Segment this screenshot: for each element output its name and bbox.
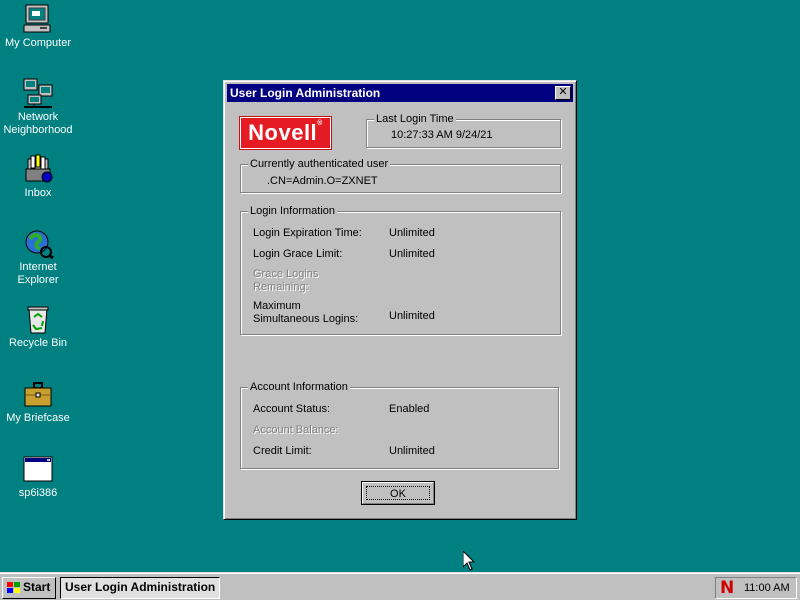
desktop-icon-label: Network Neighborhood [3,111,73,136]
program-window-icon [23,456,53,482]
computer-icon [23,4,51,33]
max-simultaneous-value: Unlimited [389,310,435,322]
windows-logo-icon [7,582,20,593]
last-login-legend: Last Login Time [374,112,456,126]
ok-button-label: OK [366,486,430,500]
close-icon: ✕ [558,86,568,98]
novell-logo-text: Novell [248,120,318,145]
network-icon [23,78,53,108]
clock[interactable]: 11:00 AM [744,582,790,594]
login-grace-limit-label: Login Grace Limit: [253,248,343,260]
inbox-icon [25,154,53,183]
novell-logo: Novell® [239,116,332,150]
desktop-icon-my-briefcase[interactable]: My Briefcase [0,378,76,425]
account-balance-label: Account Balance: [253,424,339,436]
taskbar: Start User Login Administration N 11:00 … [0,572,800,600]
desktop-icon-label: sp6i386 [18,487,58,499]
account-info-legend: Account Information [248,380,350,394]
last-login-group: Last Login Time 10:27:33 AM 9/24/21 [366,112,561,148]
desktop-icon-label: Inbox [24,187,52,199]
account-info-group: Account Information Account Status: Enab… [240,380,559,469]
desktop-icon-internet-explorer[interactable]: Internet Explorer [0,227,76,287]
system-tray: N 11:00 AM [715,577,797,599]
start-button[interactable]: Start [2,577,56,599]
desktop-icon-recycle-bin[interactable]: Recycle Bin [0,303,76,350]
internet-explorer-icon [25,230,54,259]
desktop-icon-my-computer[interactable]: My Computer [0,3,76,50]
desktop-icon-inbox[interactable]: Inbox [0,153,76,200]
desktop-icon-sp6i386[interactable]: sp6i386 [0,453,76,500]
login-expiration-label: Login Expiration Time: [253,227,362,239]
taskbar-item-user-login-admin[interactable]: User Login Administration [60,577,220,599]
novell-tray-icon[interactable]: N [720,579,736,597]
ok-button-bevel: OK [362,482,434,504]
login-info-group: Login Information Login Expiration Time:… [240,204,561,335]
current-user-legend: Currently authenticated user [248,157,391,171]
account-status-label: Account Status: [253,403,331,415]
current-user-value: .CN=Admin.O=ZXNET [267,175,378,187]
login-info-legend: Login Information [248,204,337,218]
max-simultaneous-label-2: Simultaneous Logins: [253,313,359,325]
desktop-icon-label: Recycle Bin [8,337,68,349]
grace-logins-remaining-label-2: Remaining: [253,281,309,293]
dialog-title: User Login Administration [230,86,381,100]
start-label: Start [23,580,51,594]
credit-limit-label: Credit Limit: [253,445,312,457]
desktop-icon-label: My Briefcase [6,412,70,424]
user-login-admin-dialog: User Login Administration ✕ Novell® Last… [223,80,577,520]
desktop-icon-network-neighborhood[interactable]: Network Neighborhood [0,77,76,137]
taskbar-item-label: User Login Administration [65,580,216,594]
login-grace-limit-value: Unlimited [389,248,435,260]
recycle-bin-icon [27,306,49,334]
desktop-icon-label: Internet Explorer [17,261,59,286]
registered-mark: ® [317,120,323,127]
close-button[interactable]: ✕ [555,86,571,100]
grace-logins-remaining-label-1: Grace Logins [253,268,319,280]
current-user-group: Currently authenticated user .CN=Admin.O… [240,157,561,193]
last-login-value: 10:27:33 AM 9/24/21 [391,129,493,141]
login-expiration-value: Unlimited [389,227,435,239]
mouse-cursor-icon [463,551,475,571]
desktop-icon-label: My Computer [4,37,72,49]
briefcase-icon [24,382,52,407]
credit-limit-value: Unlimited [389,445,435,457]
account-status-value: Enabled [389,403,430,415]
max-simultaneous-label-1: Maximum [253,300,301,312]
ok-button[interactable]: OK [361,481,435,505]
dialog-titlebar[interactable]: User Login Administration ✕ [227,84,573,102]
